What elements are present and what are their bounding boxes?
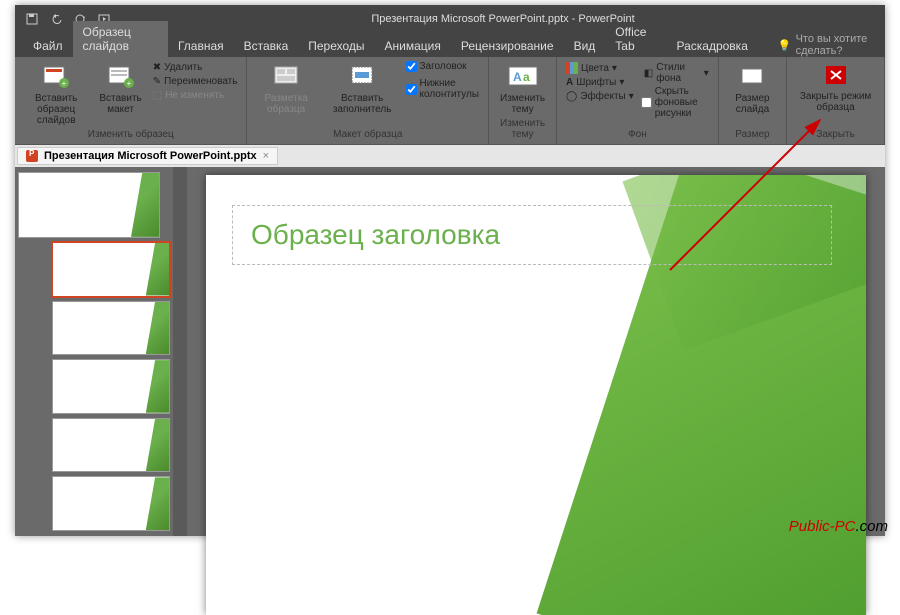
master-thumbnail[interactable] bbox=[19, 173, 159, 237]
bulb-icon: 💡 bbox=[778, 39, 792, 52]
colors-button[interactable]: Цвета▾ bbox=[563, 61, 637, 75]
tab-view[interactable]: Вид bbox=[564, 35, 606, 57]
title-placeholder-text: Образец заголовка bbox=[251, 219, 500, 251]
tab-storyboard[interactable]: Раскадровка bbox=[666, 35, 757, 57]
effects-icon: ◯ bbox=[566, 91, 577, 102]
checkbox-hide-bg[interactable]: Скрыть фоновые рисунки bbox=[641, 86, 712, 119]
group-background: Цвета▾ AШрифты▾ ◯Эффекты▾ ◧Стили фона▾ С… bbox=[557, 57, 719, 144]
insert-layout-button[interactable]: + Вставить макет bbox=[95, 61, 145, 117]
document-tab[interactable]: Презентация Microsoft PowerPoint.pptx × bbox=[17, 147, 278, 165]
themes-label: Изменить тему bbox=[499, 93, 546, 115]
tab-transitions[interactable]: Переходы bbox=[298, 35, 374, 57]
insert-placeholder-button[interactable]: Вставить заполнитель bbox=[323, 61, 402, 117]
undo-icon[interactable] bbox=[49, 12, 63, 26]
close-master-view-label: Закрыть режим образца bbox=[797, 91, 874, 113]
watermark-rest: .com bbox=[855, 518, 888, 535]
bg-styles-button[interactable]: ◧Стили фона▾ bbox=[641, 61, 712, 85]
powerpoint-icon bbox=[26, 150, 38, 162]
tell-me-label: Что вы хотите сделать? bbox=[796, 33, 885, 57]
group-close: Закрыть режим образца Закрыть bbox=[787, 57, 885, 144]
group-size: Размер слайда Размер bbox=[719, 57, 787, 144]
slide-size-button[interactable]: Размер слайда bbox=[725, 61, 780, 117]
checkbox-hide-bg-input[interactable] bbox=[641, 97, 652, 108]
slide-canvas-area: Образец заголовка bbox=[187, 167, 885, 536]
fonts-icon: A bbox=[566, 77, 573, 88]
group-master-layout-label: Макет образца bbox=[253, 129, 482, 140]
close-tab-icon[interactable]: × bbox=[263, 150, 269, 162]
watermark-red: Public-PC bbox=[789, 518, 856, 535]
preserve-button[interactable]: ⬚Не изменять bbox=[150, 89, 241, 102]
svg-text:+: + bbox=[62, 79, 67, 88]
effects-button[interactable]: ◯Эффекты▾ bbox=[563, 90, 637, 103]
tell-me[interactable]: 💡 Что вы хотите сделать? bbox=[778, 33, 885, 57]
group-close-label: Закрыть bbox=[793, 129, 878, 140]
dropdown-icon: ▾ bbox=[612, 63, 617, 74]
slide-canvas[interactable]: Образец заголовка bbox=[206, 175, 866, 615]
group-edit-theme-label: Изменить тему bbox=[495, 118, 550, 140]
workspace: Образец заголовка bbox=[15, 167, 885, 536]
thumbnail-pane[interactable] bbox=[15, 167, 173, 536]
tab-slide-master[interactable]: Образец слайдов bbox=[73, 21, 168, 57]
thumbnail-scrollbar[interactable] bbox=[173, 167, 187, 536]
dropdown-icon: ▾ bbox=[619, 77, 624, 88]
rename-icon: ✎ bbox=[153, 76, 161, 87]
document-tab-bar: Презентация Microsoft PowerPoint.pptx × bbox=[15, 145, 885, 167]
tab-office-tab[interactable]: Office Tab bbox=[605, 21, 666, 57]
checkbox-footers[interactable]: Нижние колонтитулы bbox=[406, 78, 483, 100]
checkbox-title[interactable]: Заголовок bbox=[406, 61, 483, 72]
slide-size-label: Размер слайда bbox=[729, 93, 776, 115]
themes-button[interactable]: Aa Изменить тему bbox=[495, 61, 550, 117]
insert-slide-master-label: Вставить образец слайдов bbox=[25, 93, 87, 126]
svg-text:+: + bbox=[126, 79, 131, 88]
insert-slide-master-button[interactable]: + Вставить образец слайдов bbox=[21, 61, 91, 128]
layout-thumbnail-5[interactable] bbox=[53, 477, 169, 530]
layout-thumbnail-1[interactable] bbox=[53, 243, 169, 296]
rename-button[interactable]: ✎Переименовать bbox=[150, 75, 241, 88]
dropdown-icon: ▾ bbox=[704, 68, 709, 79]
master-layout-label: Разметка образца bbox=[257, 93, 314, 115]
tab-home[interactable]: Главная bbox=[168, 35, 234, 57]
checkbox-footers-input[interactable] bbox=[406, 84, 417, 95]
delete-icon: ✖ bbox=[153, 62, 161, 73]
layout-thumbnail-3[interactable] bbox=[53, 360, 169, 413]
dropdown-icon: ▾ bbox=[629, 91, 634, 102]
checkbox-title-input[interactable] bbox=[406, 61, 417, 72]
ribbon: + Вставить образец слайдов + Вставить ма… bbox=[15, 57, 885, 145]
layout-thumbnail-2[interactable] bbox=[53, 302, 169, 355]
tab-insert[interactable]: Вставка bbox=[234, 35, 299, 57]
tab-review[interactable]: Рецензирование bbox=[451, 35, 564, 57]
watermark: Public-PC.com bbox=[789, 518, 888, 535]
layout-thumbnail-4[interactable] bbox=[53, 419, 169, 472]
group-master-layout: Разметка образца Вставить заполнитель За… bbox=[247, 57, 489, 144]
save-icon[interactable] bbox=[25, 12, 39, 26]
group-background-label: Фон bbox=[563, 129, 712, 140]
document-tab-label: Презентация Microsoft PowerPoint.pptx bbox=[44, 150, 257, 162]
tab-file[interactable]: Файл bbox=[23, 35, 73, 57]
close-master-view-button[interactable]: Закрыть режим образца bbox=[793, 61, 878, 115]
title-placeholder[interactable]: Образец заголовка bbox=[232, 205, 832, 265]
group-edit-theme: Aa Изменить тему Изменить тему bbox=[489, 57, 557, 144]
window-title: Презентация Microsoft PowerPoint.pptx - … bbox=[121, 13, 885, 25]
delete-button[interactable]: ✖Удалить bbox=[150, 61, 241, 74]
preserve-icon: ⬚ bbox=[153, 90, 162, 101]
group-size-label: Размер bbox=[725, 129, 780, 140]
group-edit-master: + Вставить образец слайдов + Вставить ма… bbox=[15, 57, 247, 144]
svg-text:a: a bbox=[523, 70, 530, 84]
ribbon-tabs: Файл Образец слайдов Главная Вставка Пер… bbox=[15, 33, 885, 57]
group-edit-master-label: Изменить образец bbox=[21, 129, 240, 140]
tab-animations[interactable]: Анимация bbox=[375, 35, 451, 57]
insert-placeholder-label: Вставить заполнитель bbox=[327, 93, 398, 115]
bg-styles-icon: ◧ bbox=[644, 68, 653, 79]
master-layout-button: Разметка образца bbox=[253, 61, 318, 117]
fonts-button[interactable]: AШрифты▾ bbox=[563, 76, 637, 89]
svg-text:A: A bbox=[513, 70, 522, 84]
insert-layout-label: Вставить макет bbox=[99, 93, 141, 115]
